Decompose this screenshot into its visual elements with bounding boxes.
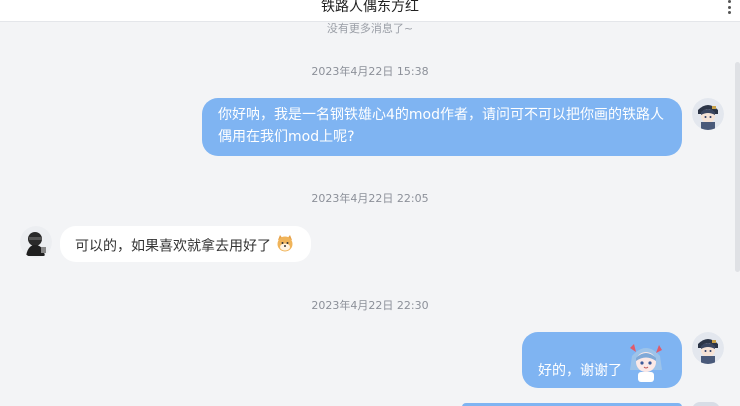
shiba-dog-emoji-icon: [275, 233, 295, 260]
message-text: 好的，谢谢了: [538, 363, 622, 379]
anime-character-avatar-icon[interactable]: [692, 98, 724, 130]
anime-character-avatar-icon[interactable]: [692, 332, 724, 364]
message-timestamp: 2023年4月22日 22:05: [311, 192, 429, 205]
chat-title: 铁路人偶东方红: [321, 0, 419, 15]
no-more-messages-note: 没有更多消息了~: [326, 22, 414, 35]
message-text: 可以的，如果喜欢就拿去用好了: [75, 238, 271, 255]
my-message-bubble[interactable]: 你好呐，我是一名钢铁雄心4的mod作者，请问可不可以把你画的铁路人 偶用在我们m…: [202, 98, 682, 156]
dark-hooded-figure-avatar-icon[interactable]: [20, 226, 52, 258]
chat-header: 铁路人偶东方红: [0, 0, 740, 22]
scrollbar[interactable]: [734, 22, 740, 406]
more-vertical-icon[interactable]: [724, 0, 734, 14]
their-message-bubble[interactable]: 可以的，如果喜欢就拿去用好了: [60, 226, 311, 262]
message-timestamp: 2023年4月22日 15:38: [311, 65, 429, 78]
message-text-line: 你好呐，我是一名钢铁雄心4的mod作者，请问可不可以把你画的铁路人: [218, 107, 664, 123]
message-timestamp: 2023年4月22日 22:30: [311, 299, 429, 312]
scrollbar-thumb[interactable]: [735, 62, 740, 272]
next-avatar-partial: [692, 402, 720, 406]
message-text-line: 偶用在我们mod上呢?: [218, 129, 355, 145]
anime-girl-sticker-icon: [626, 340, 666, 384]
